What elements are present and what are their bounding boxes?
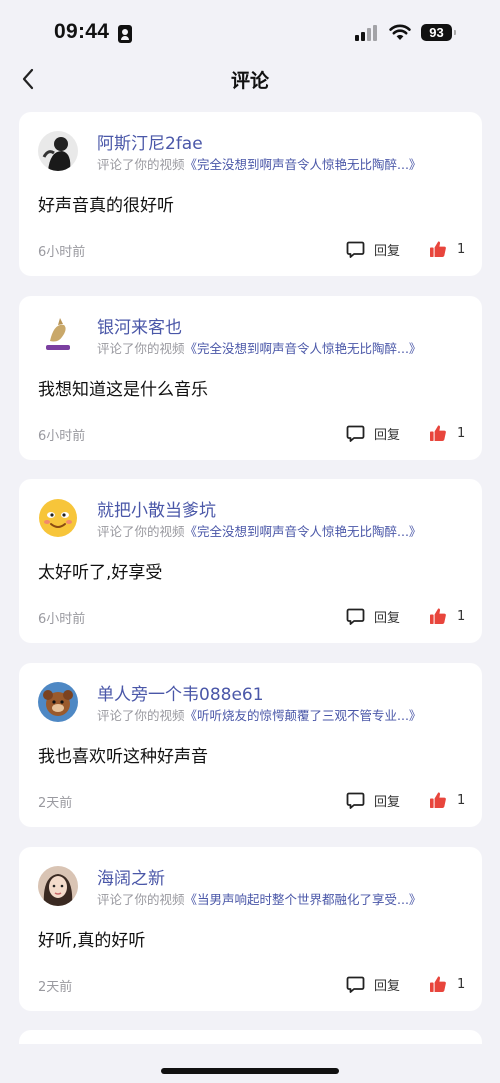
reply-button[interactable]: 回复 (346, 422, 400, 444)
meta-prefix: 评论了你的视频 (97, 892, 185, 907)
like-button[interactable]: 1 (429, 238, 465, 260)
comment-bubble-icon (346, 792, 365, 809)
comment-time: 6小时前 (38, 245, 86, 260)
nav-bar: 评论 (0, 60, 500, 98)
comment-text: 好听,真的好听 (38, 931, 146, 951)
avatar[interactable] (38, 498, 78, 538)
reply-label: 回复 (374, 427, 401, 443)
video-title-link[interactable]: 《完全没想到啊声音令人惊艳无比陶醉...》 (185, 341, 422, 356)
reply-label: 回复 (374, 794, 401, 810)
comment-bubble-icon (346, 976, 365, 993)
reply-label: 回复 (374, 243, 401, 259)
comment-card[interactable]: 就把小散当爹坑 评论了你的视频《完全没想到啊声音令人惊艳无比陶醉...》 太好听… (19, 479, 482, 643)
like-button[interactable]: 1 (429, 422, 465, 444)
comment-text: 太好听了,好享受 (38, 563, 163, 583)
comment-time: 2天前 (38, 980, 73, 995)
comment-meta: 评论了你的视频《完全没想到啊声音令人惊艳无比陶醉...》 (97, 338, 421, 357)
status-bar: 09:44 93 (0, 0, 500, 64)
reply-button[interactable]: 回复 (346, 605, 400, 627)
like-button[interactable]: 1 (429, 789, 465, 811)
reply-label: 回复 (374, 978, 401, 994)
comment-meta: 评论了你的视频《听听烧友的惊愕颠覆了三观不管专业...》 (97, 705, 421, 724)
video-title-link[interactable]: 《听听烧友的惊愕颠覆了三观不管专业...》 (185, 708, 422, 723)
comment-time: 6小时前 (38, 429, 86, 444)
like-count: 1 (457, 792, 466, 808)
comment-time: 2天前 (38, 796, 73, 811)
cellular-signal-icon (355, 25, 377, 41)
reply-button[interactable]: 回复 (346, 238, 400, 260)
page-title: 评论 (230, 70, 269, 92)
like-count: 1 (457, 608, 466, 624)
thumbs-up-icon (430, 608, 446, 624)
meta-prefix: 评论了你的视频 (97, 157, 185, 172)
comment-text: 好声音真的很好听 (38, 196, 174, 216)
username[interactable]: 银河来客也 (97, 313, 182, 338)
like-count: 1 (457, 976, 466, 992)
avatar[interactable] (38, 866, 78, 906)
id-card-icon (118, 25, 132, 43)
comment-text: 我也喜欢听这种好声音 (38, 747, 208, 767)
meta-prefix: 评论了你的视频 (97, 524, 185, 539)
comment-card[interactable]: 阿斯汀尼2fae 评论了你的视频《完全没想到啊声音令人惊艳无比陶醉...》 好声… (19, 112, 482, 276)
like-button[interactable]: 1 (429, 973, 465, 995)
comment-bubble-icon (346, 608, 365, 625)
comment-text: 我想知道这是什么音乐 (38, 380, 208, 400)
meta-prefix: 评论了你的视频 (97, 341, 185, 356)
comment-card[interactable]: 单人旁一个韦088e61 评论了你的视频《听听烧友的惊愕颠覆了三观不管专业...… (19, 663, 482, 827)
thumbs-up-icon (430, 241, 446, 257)
reply-button[interactable]: 回复 (346, 789, 400, 811)
video-title-link[interactable]: 《当男声响起时整个世界都融化了享受...》 (185, 892, 422, 907)
status-time: 09:44 (54, 20, 110, 43)
home-indicator[interactable] (161, 1068, 339, 1074)
comment-meta: 评论了你的视频《当男声响起时整个世界都融化了享受...》 (97, 889, 421, 908)
comment-meta: 评论了你的视频《完全没想到啊声音令人惊艳无比陶醉...》 (97, 521, 421, 540)
reply-button[interactable]: 回复 (346, 973, 400, 995)
bottom-area (0, 1044, 500, 1083)
comment-meta: 评论了你的视频《完全没想到啊声音令人惊艳无比陶醉...》 (97, 154, 421, 173)
avatar[interactable] (38, 682, 78, 722)
video-title-link[interactable]: 《完全没想到啊声音令人惊艳无比陶醉...》 (185, 524, 422, 539)
avatar[interactable] (38, 131, 78, 171)
comment-card[interactable]: 海阔之新 评论了你的视频《当男声响起时整个世界都融化了享受...》 好听,真的好… (19, 847, 482, 1011)
username[interactable]: 阿斯汀尼2fae (97, 129, 203, 154)
wifi-icon (389, 24, 411, 40)
battery-icon: 93 (421, 24, 456, 41)
username[interactable]: 海阔之新 (97, 864, 165, 889)
comment-card[interactable]: 银河来客也 评论了你的视频《完全没想到啊声音令人惊艳无比陶醉...》 我想知道这… (19, 296, 482, 460)
like-count: 1 (457, 241, 466, 257)
meta-prefix: 评论了你的视频 (97, 708, 185, 723)
thumbs-up-icon (430, 976, 446, 992)
like-count: 1 (457, 425, 466, 441)
reply-label: 回复 (374, 610, 401, 626)
video-title-link[interactable]: 《完全没想到啊声音令人惊艳无比陶醉...》 (185, 157, 422, 172)
avatar[interactable] (38, 315, 78, 355)
username[interactable]: 就把小散当爹坑 (97, 496, 216, 521)
like-button[interactable]: 1 (429, 605, 465, 627)
comment-time: 6小时前 (38, 612, 86, 627)
username[interactable]: 单人旁一个韦088e61 (97, 680, 264, 705)
thumbs-up-icon (430, 792, 446, 808)
comment-bubble-icon (346, 241, 365, 258)
comment-bubble-icon (346, 425, 365, 442)
thumbs-up-icon (430, 425, 446, 441)
